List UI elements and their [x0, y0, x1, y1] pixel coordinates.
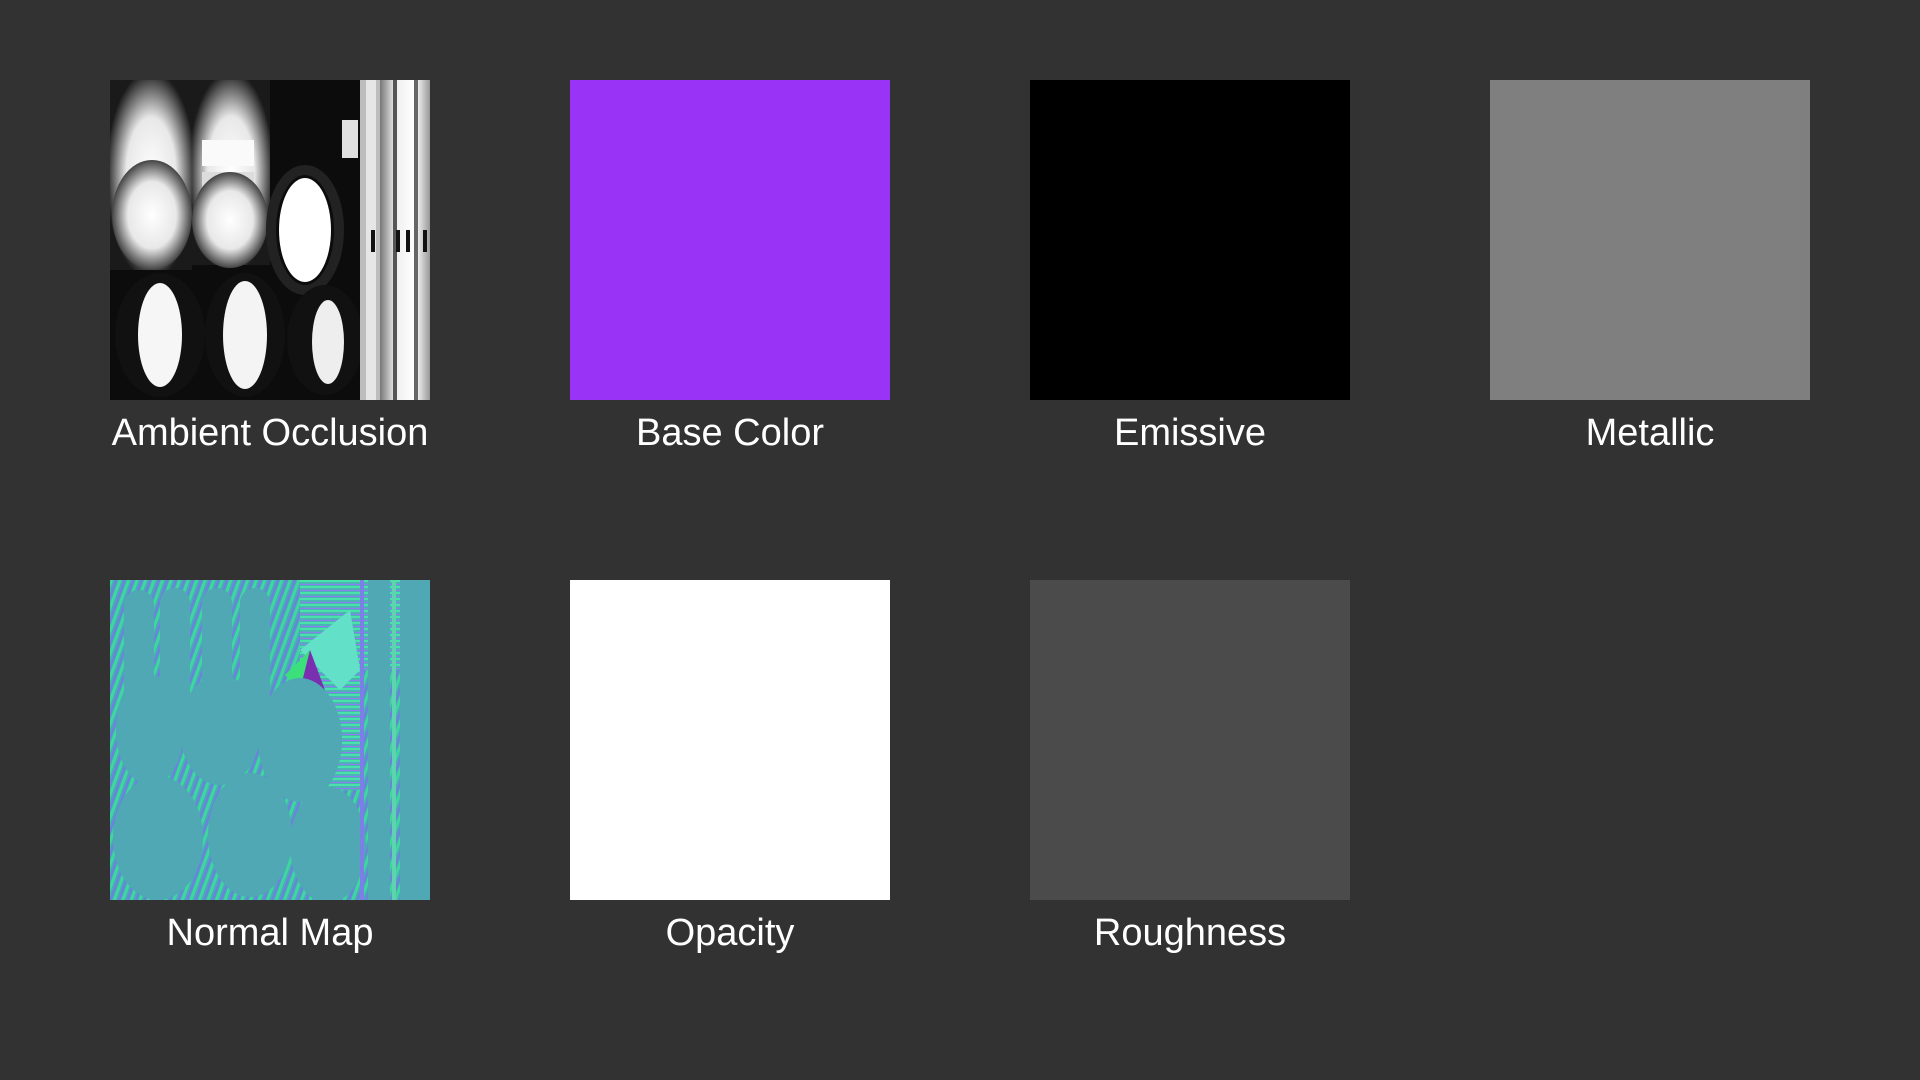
texture-tile-normal-map[interactable]: Normal Map — [110, 580, 430, 956]
emissive-swatch[interactable] — [1030, 80, 1350, 400]
texture-tile-base-color[interactable]: Base Color — [570, 80, 890, 456]
base-color-swatch[interactable] — [570, 80, 890, 400]
normal-map-label: Normal Map — [166, 912, 374, 954]
emissive-label: Emissive — [1113, 412, 1267, 454]
texture-tile-metallic[interactable]: Metallic — [1490, 80, 1810, 456]
roughness-swatch[interactable] — [1030, 580, 1350, 900]
texture-tile-emissive[interactable]: Emissive — [1030, 80, 1350, 456]
normal-map-thumbnail[interactable] — [110, 580, 430, 900]
texture-grid: Ambient Occlusion Base Color Emissive Me… — [0, 0, 1920, 1080]
texture-tile-roughness[interactable]: Roughness — [1030, 580, 1350, 956]
texture-tile-opacity[interactable]: Opacity — [570, 580, 890, 956]
ambient-occlusion-thumbnail[interactable] — [110, 80, 430, 400]
metallic-swatch[interactable] — [1490, 80, 1810, 400]
normal-map-image — [110, 580, 430, 900]
roughness-label: Roughness — [1093, 912, 1287, 954]
opacity-label: Opacity — [665, 912, 795, 954]
metallic-label: Metallic — [1585, 412, 1715, 454]
ambient-occlusion-label: Ambient Occlusion — [111, 412, 429, 454]
texture-tile-ambient-occlusion[interactable]: Ambient Occlusion — [110, 80, 430, 456]
ambient-occlusion-image — [110, 80, 430, 400]
base-color-label: Base Color — [636, 412, 824, 454]
opacity-swatch[interactable] — [570, 580, 890, 900]
